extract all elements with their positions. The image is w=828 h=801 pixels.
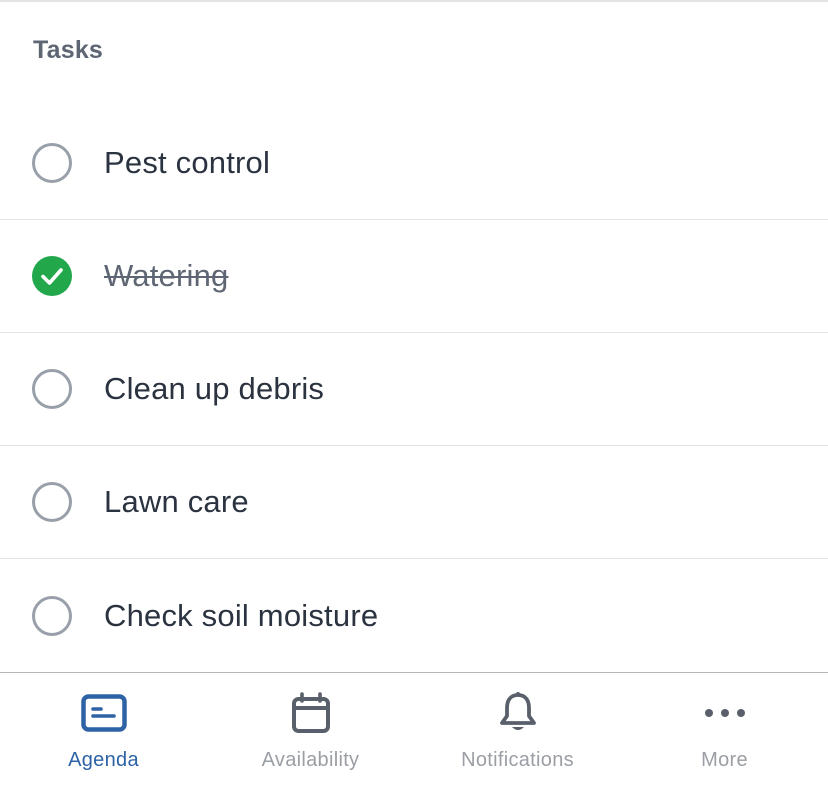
section-title: Tasks (33, 36, 104, 64)
tab-notifications[interactable]: Notifications (414, 673, 621, 801)
task-checkbox[interactable] (32, 143, 72, 183)
task-label: Lawn care (104, 484, 249, 519)
tab-label: Notifications (461, 749, 574, 771)
task-checkbox-checked[interactable] (32, 256, 72, 296)
tab-availability[interactable]: Availability (207, 673, 414, 801)
task-checkbox[interactable] (32, 595, 72, 636)
task-row[interactable]: Check soil moisture (0, 559, 828, 672)
task-row[interactable]: Pest control (0, 107, 828, 220)
bell-icon (494, 689, 542, 737)
top-divider (0, 0, 828, 2)
checkmark-icon (41, 268, 63, 285)
task-row[interactable]: Lawn care (0, 446, 828, 559)
more-dots-icon (701, 689, 749, 737)
task-label: Clean up debris (104, 371, 325, 406)
tab-label: Availability (261, 749, 360, 771)
tab-agenda[interactable]: Agenda (0, 673, 207, 801)
task-row[interactable]: Watering (0, 220, 828, 333)
agenda-icon (80, 689, 128, 737)
task-label: Watering (104, 258, 229, 293)
task-checkbox[interactable] (32, 369, 72, 409)
tab-label: Agenda (68, 749, 139, 771)
task-label: Pest control (104, 145, 271, 180)
task-label: Check soil moisture (104, 597, 379, 633)
task-checkbox[interactable] (32, 482, 72, 522)
bottom-tab-bar: Agenda Availability Notifications More (0, 672, 828, 801)
task-row[interactable]: Clean up debris (0, 333, 828, 446)
tab-more[interactable]: More (621, 673, 828, 801)
task-list: Pest control Watering Clean up debris La… (0, 107, 828, 672)
tab-label: More (701, 749, 748, 771)
calendar-icon (287, 689, 335, 737)
